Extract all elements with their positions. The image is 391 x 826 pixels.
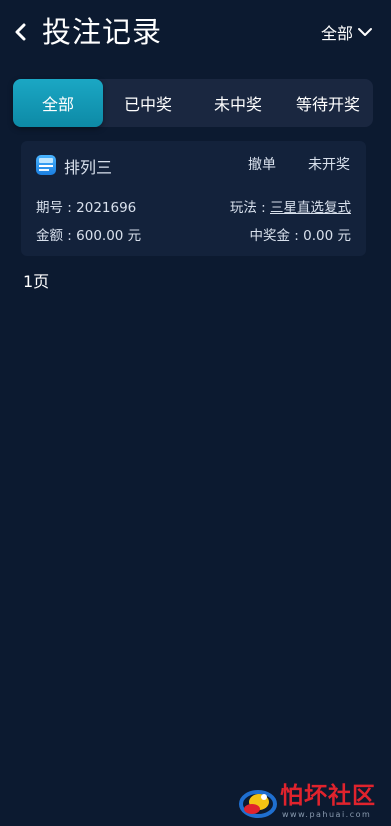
issue-number: 期号 : 2021696 [36,200,137,216]
watermark-title: 怕坏社区 [280,782,376,809]
lottery-icon [36,155,56,175]
play-type: 玩法 : 三星直选复式 [229,200,351,216]
filter-dropdown-label: 全部 [320,24,353,43]
lottery-name: 排列三 [64,158,113,177]
result-tabs: 全部 已中奖 未中奖 等待开奖 [13,79,373,127]
page-title: 投注记录 [42,15,163,49]
record-row-issue-play: 期号 : 2021696 玩法 : 三星直选复式 [36,196,351,216]
back-button[interactable] [10,18,32,46]
watermark: 怕坏社区 www.pahuai.com [238,783,388,823]
chevron-left-icon [15,23,26,41]
watermark-logo-icon [239,790,277,818]
bet-amount: 金额 : 600.00 元 [36,228,142,244]
tab-not-won[interactable]: 未中奖 [193,79,283,127]
bet-record-card[interactable]: 排列三 撤单 未开奖 期号 : 2021696 玩法 : 三星直选复式 金额 :… [21,141,366,256]
tab-all[interactable]: 全部 [13,79,103,127]
header-bar: 投注记录 全部 [0,0,391,66]
play-type-value[interactable]: 三星直选复式 [270,200,351,216]
filter-dropdown[interactable]: 全部 [321,20,373,44]
chevron-down-icon [358,28,372,36]
record-row-amount-prize: 金额 : 600.00 元 中奖金 : 0.00 元 [36,224,351,244]
draw-status: 未开奖 [308,157,350,173]
tab-pending-draw[interactable]: 等待开奖 [283,79,373,127]
cancel-bet-button[interactable]: 撤单 [248,154,276,174]
tab-won[interactable]: 已中奖 [103,79,193,127]
page-indicator: 1页 [23,272,50,291]
watermark-url: www.pahuai.com [282,810,372,819]
prize-amount: 中奖金 : 0.00 元 [249,228,352,244]
